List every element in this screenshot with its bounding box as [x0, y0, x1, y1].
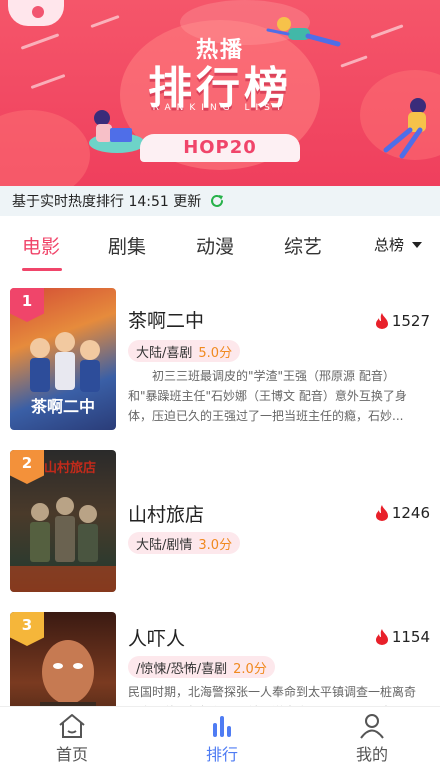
heat-count: 1154	[375, 628, 430, 646]
active-tab-indicator	[22, 268, 62, 271]
app-logo	[8, 0, 64, 26]
movie-title[interactable]: 人吓人	[128, 624, 185, 651]
nav-ranking-label: 排行	[205, 745, 238, 764]
home-icon	[59, 714, 85, 738]
genre-tag: 大陆/喜剧 5.0分	[128, 340, 241, 362]
heat-count: 1527	[375, 312, 430, 330]
genre-tag: /惊悚/恐怖/喜剧 2.0分	[128, 656, 275, 678]
ranking-icon	[213, 716, 231, 737]
genre-text: 大陆/剧情	[136, 537, 193, 553]
genre-text: 大陆/喜剧	[136, 345, 193, 361]
bottom-navigation: 首页 排行 我的	[0, 706, 440, 770]
score-text: 5.0分	[198, 345, 233, 361]
svg-text:茶啊二中: 茶啊二中	[30, 397, 95, 416]
svg-text:山村旅店: 山村旅店	[44, 460, 96, 476]
ranking-list: 茶啊二中 1 茶啊二中 1527 大陆/喜剧 5.0分 初三三班最调皮的"学渣"…	[0, 276, 440, 706]
category-tabs: 电影 剧集 动漫 综艺 总榜	[0, 216, 440, 274]
tab-variety[interactable]: 综艺	[284, 232, 322, 259]
list-item[interactable]: 山村旅店 2 山村旅店 1246 大陆/剧情 3.0分	[0, 450, 440, 595]
movie-title[interactable]: 山村旅店	[128, 500, 204, 527]
update-status-bar: 基于实时热度排行 14:51 更新	[0, 186, 440, 216]
caret-down-icon	[412, 241, 423, 248]
list-item[interactable]: 茶啊二中 1 茶啊二中 1527 大陆/喜剧 5.0分 初三三班最调皮的"学渣"…	[0, 288, 440, 433]
profile-icon	[360, 714, 384, 739]
movie-poster[interactable]: 山村旅店 2	[10, 450, 116, 592]
banner-bubble	[0, 110, 90, 186]
tab-movies[interactable]: 电影	[22, 232, 60, 259]
movie-title[interactable]: 茶啊二中	[128, 306, 204, 333]
heat-count: 1246	[375, 504, 430, 522]
score-text: 2.0分	[233, 661, 267, 677]
refresh-icon[interactable]	[209, 193, 225, 209]
nav-profile[interactable]: 我的	[332, 713, 412, 765]
flame-icon	[375, 313, 388, 329]
heat-value: 1154	[391, 628, 430, 646]
movie-description: 民国时期，北海警探张一人奉命到太平镇调查一桩离奇凶案，他只根据作目小镇到送来会，…	[128, 685, 417, 706]
flame-icon	[375, 505, 388, 521]
banner-streak	[90, 14, 120, 29]
tab-series[interactable]: 剧集	[108, 232, 146, 259]
nav-profile-label: 我的	[355, 745, 388, 764]
flame-icon	[375, 629, 388, 645]
heat-value: 1527	[391, 312, 430, 330]
banner-badge: HOP20	[140, 134, 300, 162]
ranking-type-dropdown[interactable]: 总榜	[374, 234, 423, 255]
banner-subtitle: RANKING LIST	[152, 103, 288, 113]
ranking-banner: 热播 排行榜 RANKING LIST HOP20	[0, 0, 440, 186]
movie-poster[interactable]: 茶啊二中 1	[10, 288, 116, 430]
nav-home[interactable]: 首页	[32, 713, 112, 765]
score-text: 3.0分	[198, 537, 233, 553]
dropdown-label: 总榜	[374, 236, 405, 254]
heat-value: 1246	[391, 504, 430, 522]
nav-home-label: 首页	[55, 745, 88, 764]
genre-tag: 大陆/剧情 3.0分	[128, 532, 241, 554]
movie-poster[interactable]: 3	[10, 612, 116, 706]
movie-description: 初三三班最调皮的"学渣"王强（邢原源 配音）和"暴躁班主任"石妙娜（王博文 配音…	[128, 369, 407, 423]
genre-text: /惊悚/恐怖/喜剧	[136, 661, 228, 677]
update-status-text: 基于实时热度排行 14:51 更新	[12, 194, 202, 210]
list-item[interactable]: 3 人吓人 1154 /惊悚/恐怖/喜剧 2.0分 民国时期，北海警探张一人奉命…	[0, 612, 440, 706]
nav-ranking[interactable]: 排行	[182, 713, 262, 765]
tab-anime[interactable]: 动漫	[196, 232, 234, 259]
